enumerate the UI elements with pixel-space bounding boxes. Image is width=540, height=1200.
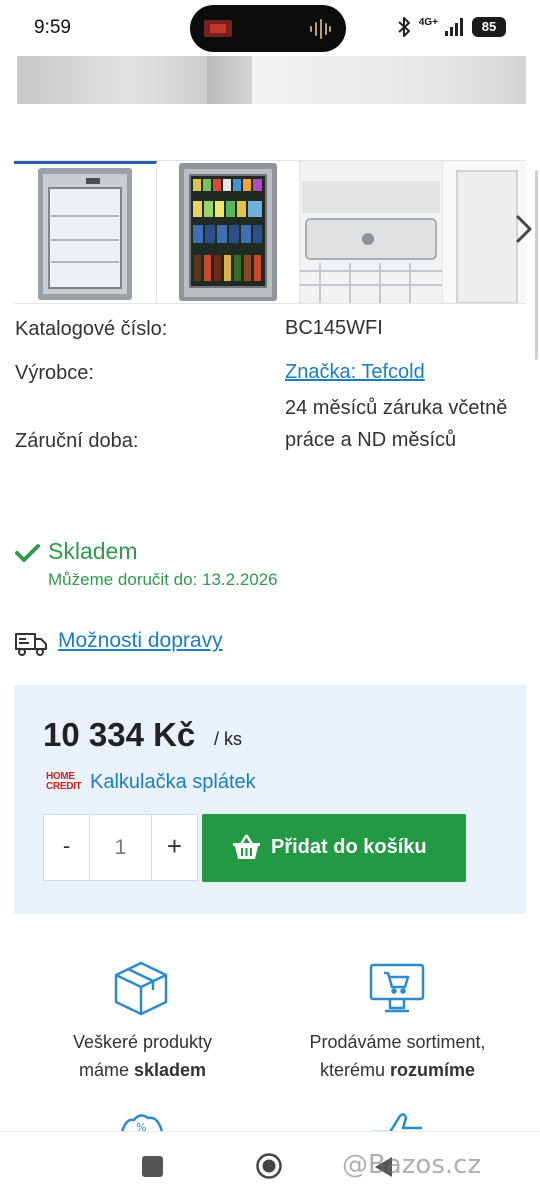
home-credit-logo: HOME CREDIT bbox=[46, 771, 82, 792]
spec-label: Záruční doba: bbox=[15, 430, 139, 452]
chevron-right-icon[interactable] bbox=[512, 211, 536, 247]
camera-island bbox=[190, 5, 346, 52]
box-icon bbox=[114, 961, 168, 1016]
glass-door-fridge-empty bbox=[38, 168, 132, 300]
feature-stock: Veškeré produkty máme skladem bbox=[72, 1032, 213, 1080]
app-notification-icon bbox=[204, 20, 232, 37]
fridge-interior-detail bbox=[300, 161, 442, 303]
brand-link[interactable]: Značka: Tefcold bbox=[285, 356, 515, 388]
main-product-image[interactable] bbox=[17, 56, 526, 104]
quantity-increase-button[interactable]: + bbox=[152, 815, 197, 880]
delivery-date: Můžeme doručit do: 13.2.2026 bbox=[48, 570, 278, 589]
thumbnail-3[interactable] bbox=[300, 161, 443, 303]
price: 10 334 Kč bbox=[43, 716, 196, 753]
price-unit: / ks bbox=[214, 729, 243, 749]
spec-value: BC145WFI bbox=[285, 317, 383, 339]
glass-door-fridge-stocked bbox=[179, 163, 277, 301]
spec-label: Katalogové číslo: bbox=[15, 318, 168, 340]
add-to-cart-button[interactable]: Přidat do košíku bbox=[202, 814, 466, 882]
checkmark-icon bbox=[15, 544, 40, 562]
quantity-stepper: - + bbox=[43, 814, 198, 881]
spec-value: 24 měsíců záruka včetně práce a ND měsíc… bbox=[285, 397, 508, 451]
network-label: 4G+ bbox=[418, 17, 438, 28]
signal-icon bbox=[445, 18, 463, 36]
thumbnail-1[interactable] bbox=[14, 161, 157, 303]
thumbnail-2[interactable] bbox=[157, 161, 300, 303]
spec-label: Výrobce: bbox=[15, 362, 94, 384]
bluetooth-icon bbox=[398, 17, 410, 37]
truck-icon bbox=[15, 633, 47, 656]
home-button[interactable] bbox=[255, 1152, 283, 1180]
status-bar: 9:59 4G+ 85 bbox=[0, 0, 540, 56]
recent-apps-button[interactable] bbox=[142, 1156, 163, 1177]
thumbnail-gallery bbox=[14, 160, 532, 304]
audio-wave-icon bbox=[310, 19, 331, 39]
battery-icon: 85 bbox=[472, 17, 506, 37]
stock-title: Skladem bbox=[48, 538, 138, 564]
purchase-box: 10 334 Kč / ks HOME CREDIT Kalkulačka sp… bbox=[14, 685, 526, 914]
installment-calculator-link[interactable]: Kalkulačka splátek bbox=[90, 771, 256, 794]
basket-icon bbox=[233, 834, 260, 859]
status-icons: 4G+ 85 bbox=[395, 14, 506, 40]
feature-expertise: Prodáváme sortiment, kterému rozumíme bbox=[309, 1032, 486, 1080]
quantity-decrease-button[interactable]: - bbox=[44, 815, 89, 880]
shipping-options-link[interactable]: Možnosti dopravy bbox=[58, 629, 223, 653]
discount-badge-icon: % bbox=[120, 1114, 164, 1132]
status-time: 9:59 bbox=[34, 17, 71, 38]
monitor-cart-icon bbox=[369, 963, 425, 1013]
quantity-input[interactable] bbox=[89, 815, 152, 880]
thumbs-up-icon bbox=[372, 1113, 422, 1132]
watermark: @Bazos.cz bbox=[342, 1150, 482, 1180]
scrollbar[interactable] bbox=[535, 170, 538, 360]
add-to-cart-label: Přidat do košíku bbox=[271, 836, 427, 858]
